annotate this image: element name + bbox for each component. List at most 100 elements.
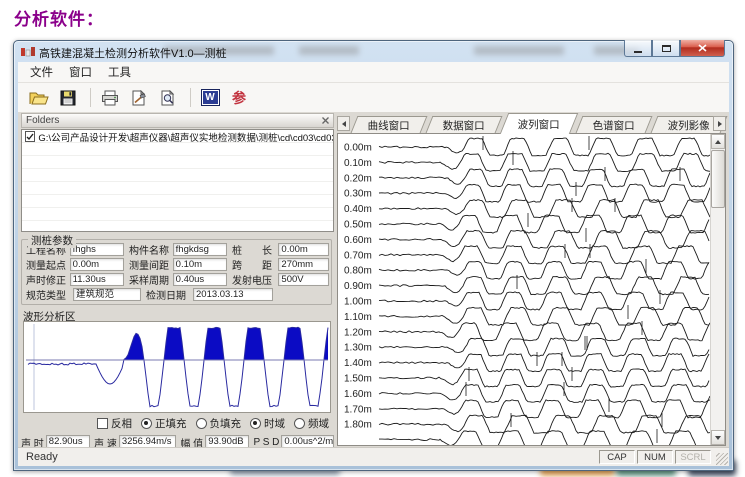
tab-scroll-left-button[interactable]	[337, 116, 350, 131]
component-name-field[interactable]: fhgkdsg	[173, 243, 227, 256]
svg-text:0.20m: 0.20m	[344, 173, 372, 184]
params-row: 声时修正 11.30us 采样周期 0.40us 发射电压 500V	[26, 273, 329, 285]
start-point-field[interactable]: 0.00m	[70, 258, 124, 271]
params-row: 测量起点 0.00m 测量间距 0.10m 跨 距 270mm	[26, 258, 329, 270]
radio-selected-icon	[141, 418, 152, 429]
print-preview-button[interactable]	[155, 86, 181, 110]
field-label: 跨 距	[232, 257, 278, 272]
up-arrow-icon	[715, 140, 721, 144]
pile-length-field[interactable]: 0.00m	[278, 243, 329, 256]
svg-text:1.60m: 1.60m	[344, 389, 372, 400]
menu-item-file[interactable]: 文件	[22, 62, 61, 82]
field-label: 构件名称	[129, 242, 173, 257]
resize-grip[interactable]	[716, 453, 728, 465]
window-client: 文件 窗口 工具	[18, 62, 729, 466]
interval-field[interactable]: 0.10m	[173, 258, 227, 271]
folder-path: G:\公司产品设计开发\超声仪器\超声仪实地检测数据\测桩\cd\cd03\cd…	[38, 130, 333, 144]
close-button[interactable]	[680, 40, 725, 57]
scroll-down-button[interactable]	[711, 430, 725, 445]
analysis-wave-box[interactable]	[23, 321, 331, 413]
minimize-button[interactable]	[624, 40, 652, 57]
sample-period-field[interactable]: 0.40us	[173, 273, 227, 286]
tab-scroll-right-button[interactable]	[713, 116, 726, 131]
svg-text:0.30m: 0.30m	[344, 189, 372, 200]
app-icon	[21, 45, 35, 59]
save-button[interactable]	[55, 86, 81, 110]
radio-icon	[196, 418, 207, 429]
radio-selected-icon	[250, 418, 261, 429]
project-name-field[interactable]: fhghs	[70, 243, 124, 256]
toolbar-separator	[90, 88, 91, 107]
svg-text:1.00m: 1.00m	[344, 297, 372, 308]
time-domain-radio[interactable]: 时域	[250, 416, 285, 431]
app-window: 高铁建混凝土检测分析软件V1.0—测桩 文件 窗口 工具	[13, 40, 734, 471]
print-setup-button[interactable]	[126, 86, 152, 110]
field-label: 测量间距	[129, 257, 173, 272]
test-date-field[interactable]: 2013.03.13	[193, 288, 273, 301]
invert-checkbox[interactable]: 反相	[97, 416, 132, 431]
wave-train-svg: 0.00m0.10m0.20m0.30m0.40m0.50m0.60m0.70m…	[339, 135, 713, 445]
svg-text:0.70m: 0.70m	[344, 250, 372, 261]
minimize-icon	[634, 51, 642, 53]
freq-domain-radio[interactable]: 频域	[294, 416, 329, 431]
field-label: 检测日期	[146, 287, 193, 302]
svg-text:1.50m: 1.50m	[344, 374, 372, 385]
tab-curve-window[interactable]: 曲线窗口	[351, 116, 428, 133]
tab-label: 曲线窗口	[368, 118, 410, 133]
close-icon	[698, 44, 707, 52]
pile-params-title: 测桩参数	[28, 233, 76, 248]
fill-negative-radio[interactable]: 负填充	[196, 416, 242, 431]
tab-label: 数据窗口	[443, 118, 485, 133]
standard-type-field[interactable]: 建筑规范	[73, 288, 141, 301]
field-label: 采样周期	[129, 272, 173, 287]
wave-scrollbar[interactable]	[710, 134, 725, 445]
left-arrow-icon	[342, 121, 346, 127]
window-titlebar[interactable]: 高铁建混凝土检测分析软件V1.0—测桩	[14, 41, 733, 62]
folder-checkbox[interactable]	[25, 131, 35, 142]
page-magnifier-icon	[160, 90, 176, 106]
maximize-button[interactable]	[652, 40, 680, 57]
num-indicator: NUM	[637, 450, 673, 464]
span-field[interactable]: 270mm	[278, 258, 329, 271]
folders-list[interactable]: G:\公司产品设计开发\超声仪器\超声仪实地检测数据\测桩\cd\cd03\cd…	[21, 129, 334, 232]
tabs: 曲线窗口 数据窗口 波列窗口 色谱窗口 波列影像	[354, 113, 729, 133]
down-arrow-icon	[715, 436, 721, 440]
export-word-button[interactable]: W	[197, 86, 223, 110]
svg-text:1.80m: 1.80m	[344, 420, 372, 431]
print-button[interactable]	[97, 86, 123, 110]
wave-train-panel[interactable]: 0.00m0.10m0.20m0.30m0.40m0.50m0.60m0.70m…	[337, 133, 726, 446]
svg-text:1.40m: 1.40m	[344, 358, 372, 369]
tab-chromatogram-window[interactable]: 色谱窗口	[576, 116, 653, 133]
scroll-up-button[interactable]	[711, 134, 725, 149]
svg-text:0.10m: 0.10m	[344, 158, 372, 169]
page: 分析软件： 高铁建混凝土检测分析软件V1.0—测桩	[0, 0, 745, 477]
voltage-field[interactable]: 500V	[278, 273, 329, 286]
checkbox-icon	[97, 418, 108, 429]
invert-label: 反相	[111, 416, 132, 431]
folders-close-icon[interactable]	[322, 117, 329, 124]
page-heading: 分析软件：	[14, 5, 104, 30]
tab-wave-train-window[interactable]: 波列窗口	[500, 113, 578, 134]
menu-item-tools[interactable]: 工具	[100, 62, 139, 82]
field-label: 规范类型	[26, 287, 73, 302]
tab-label: 波列影像	[668, 118, 710, 133]
field-label: 声时修正	[26, 272, 70, 287]
time-correction-field[interactable]: 11.30us	[70, 273, 124, 286]
check-icon	[26, 133, 34, 141]
svg-text:0.90m: 0.90m	[344, 281, 372, 292]
window-title: 高铁建混凝土检测分析软件V1.0—测桩	[39, 45, 227, 61]
svg-text:1.30m: 1.30m	[344, 343, 372, 354]
caps-indicator: CAP	[599, 450, 635, 464]
open-button[interactable]	[26, 86, 52, 110]
svg-text:1.20m: 1.20m	[344, 327, 372, 338]
folder-item[interactable]: G:\公司产品设计开发\超声仪器\超声仪实地检测数据\测桩\cd\cd03\cd…	[22, 130, 333, 143]
fill-positive-radio[interactable]: 正填充	[141, 416, 187, 431]
tab-data-window[interactable]: 数据窗口	[426, 116, 503, 133]
parameters-button[interactable]: 参	[226, 86, 252, 110]
scrollbar-thumb[interactable]	[711, 150, 725, 208]
psd-label: P S D	[253, 437, 279, 448]
analysis-wave-svg	[24, 322, 330, 412]
work-area: Folders	[18, 112, 729, 448]
menu-item-window[interactable]: 窗口	[61, 62, 100, 82]
toolbar-separator	[190, 88, 191, 107]
